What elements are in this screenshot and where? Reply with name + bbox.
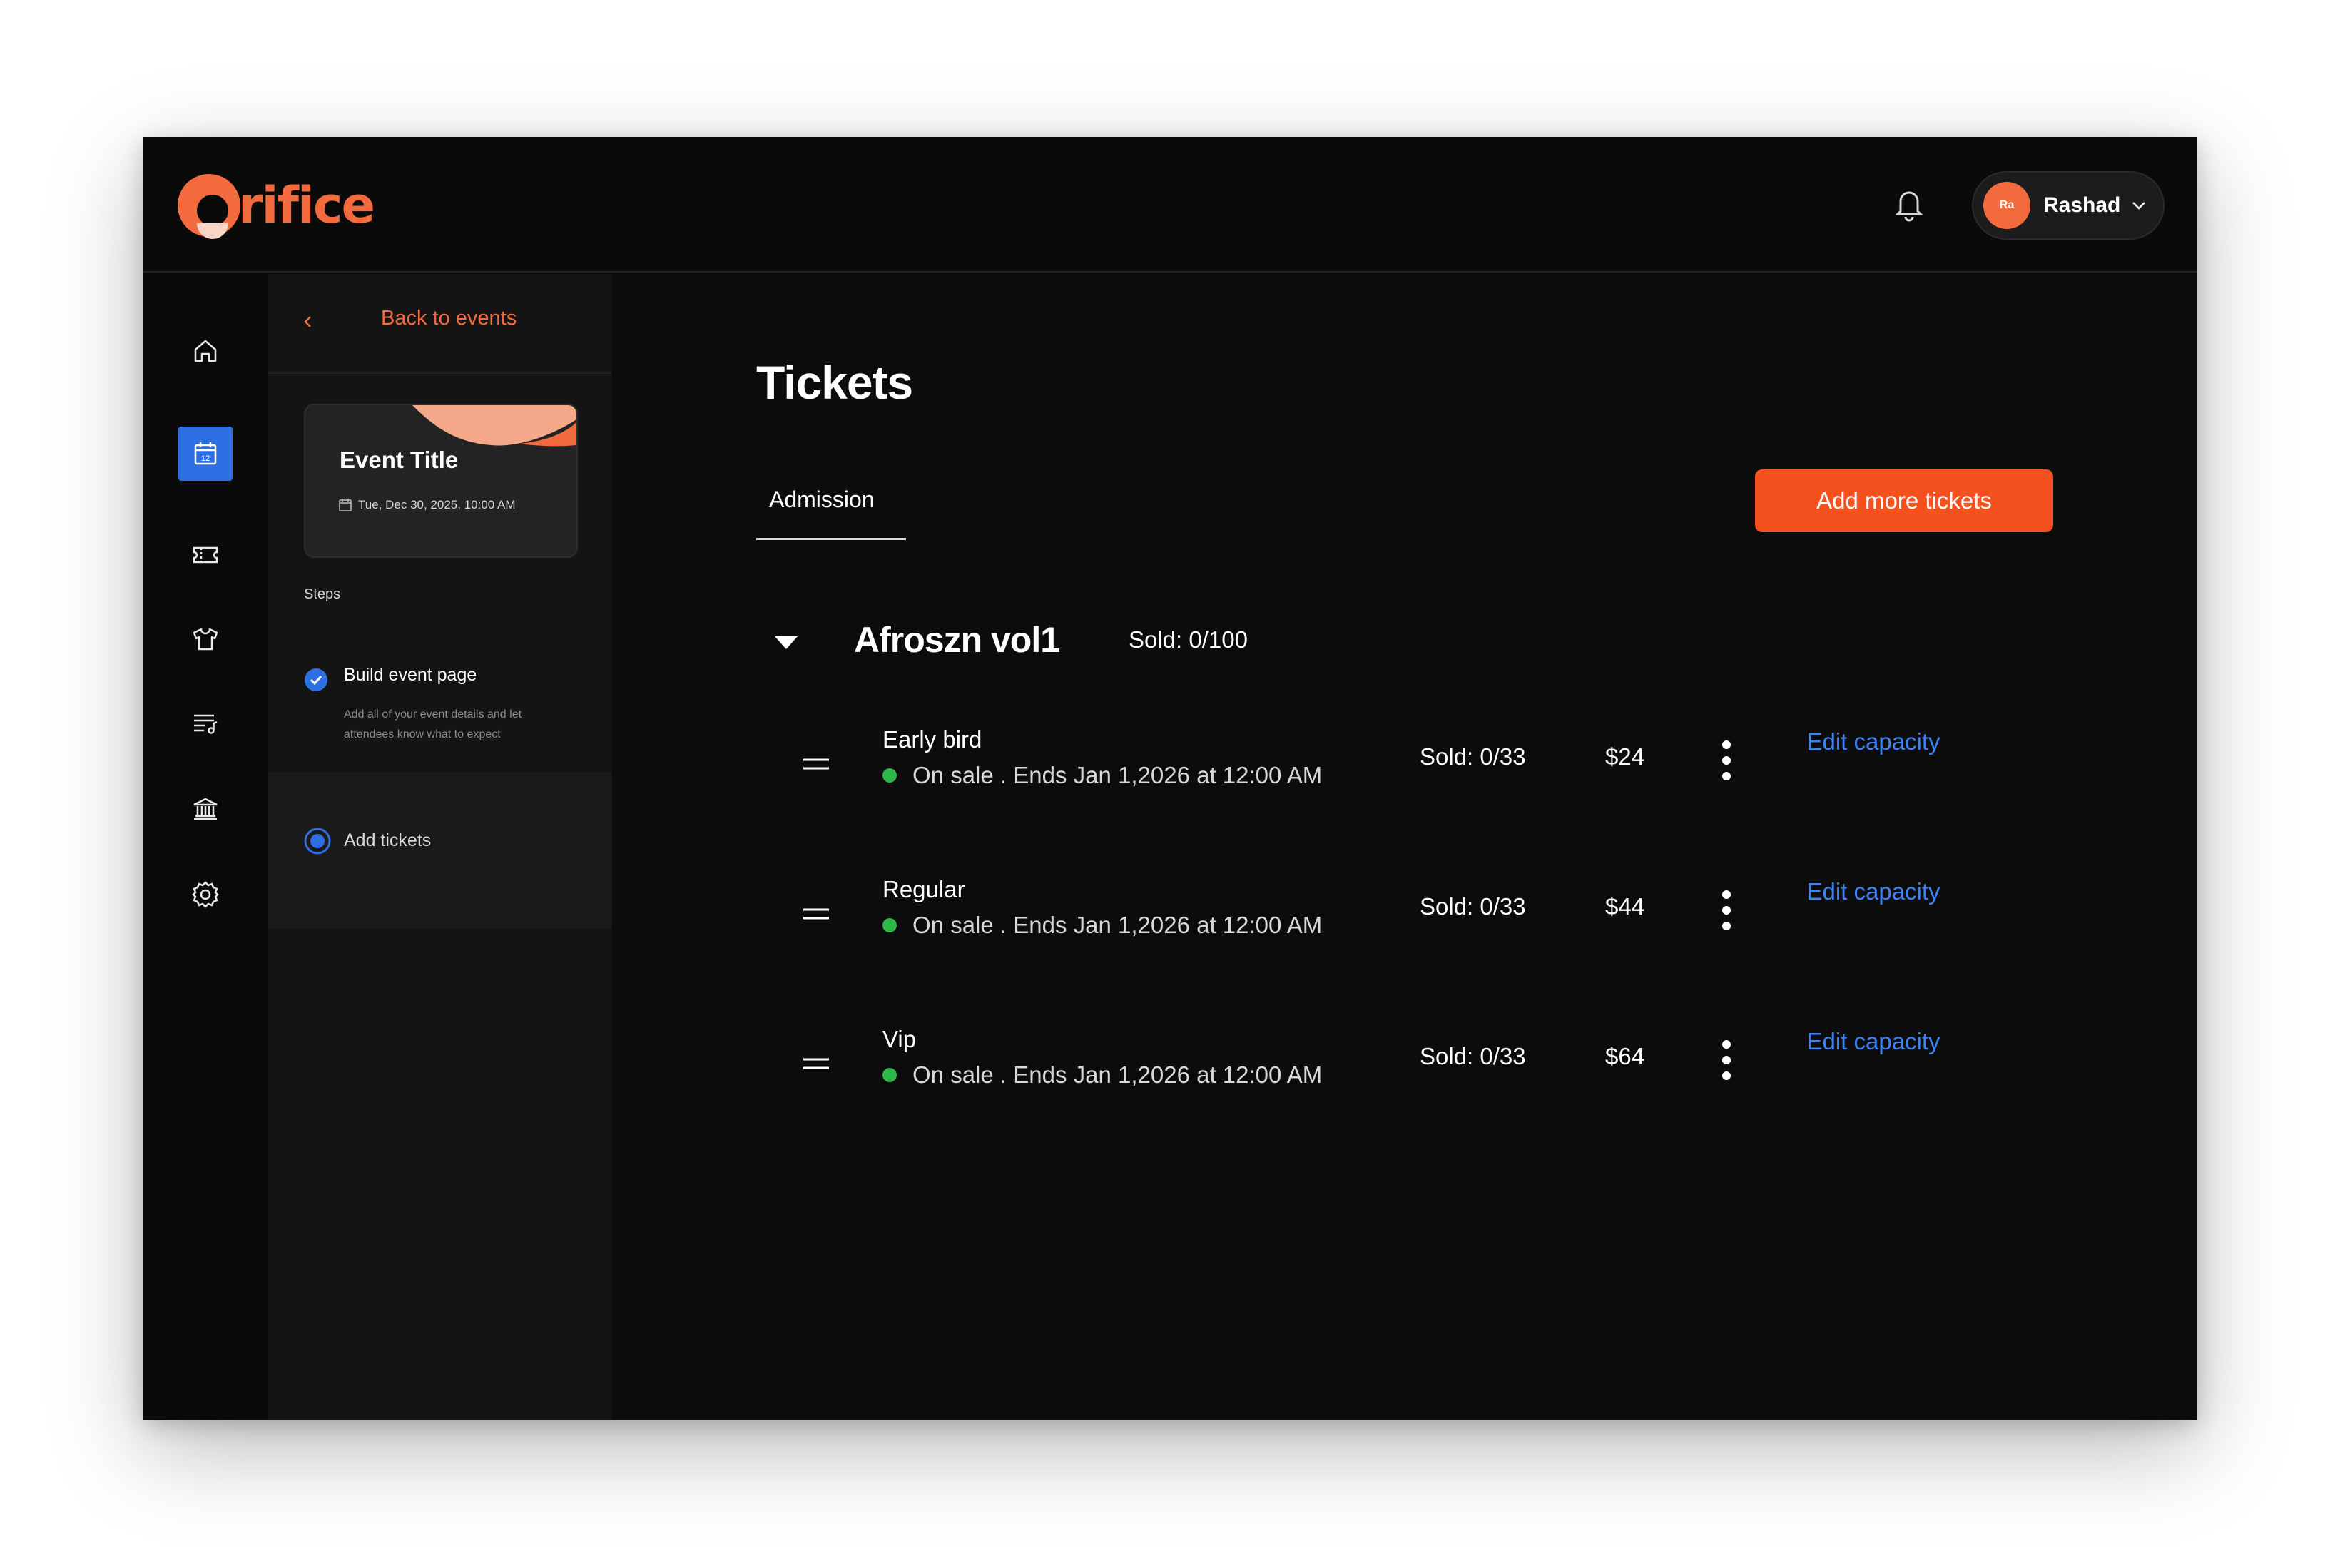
- ticket-status: On sale . Ends Jan 1,2026 at 12:00 AM: [882, 1062, 1322, 1089]
- calendar-small-icon: [339, 499, 352, 511]
- app-window: rifice Ra Rashad 12 Back to events Event…: [143, 137, 2197, 1420]
- event-date-row: Tue, Dec 30, 2025, 10:00 AM: [338, 498, 516, 512]
- caret-down-icon[interactable]: [773, 633, 799, 651]
- page-title: Tickets: [756, 356, 913, 409]
- more-options-icon[interactable]: [1718, 739, 1735, 782]
- ticket-group-sold: Sold: 0/100: [1129, 626, 1248, 653]
- user-menu[interactable]: Ra Rashad: [1972, 171, 2164, 240]
- step-title: Add tickets: [344, 830, 432, 850]
- drag-handle-icon[interactable]: [803, 758, 829, 770]
- card-decoration: [412, 405, 576, 447]
- bell-icon[interactable]: [1883, 178, 1935, 230]
- back-to-events-link[interactable]: Back to events: [268, 274, 612, 374]
- ticket-row: Vip On sale . Ends Jan 1,2026 at 12:00 A…: [143, 1024, 2197, 1103]
- tshirt-icon[interactable]: [178, 612, 233, 666]
- logo[interactable]: rifice: [176, 171, 375, 240]
- ticket-name: Early bird: [882, 726, 982, 753]
- status-dot-icon: [882, 918, 897, 932]
- event-card[interactable]: Event Title Tue, Dec 30, 2025, 10:00 AM: [304, 404, 578, 558]
- more-options-icon[interactable]: [1718, 889, 1735, 932]
- calendar-icon[interactable]: 12: [178, 427, 233, 481]
- edit-capacity-link[interactable]: Edit capacity: [1802, 875, 1945, 909]
- add-more-tickets-button[interactable]: Add more tickets: [1755, 469, 2053, 532]
- logo-mark-icon: [176, 172, 243, 239]
- icon-rail: 12: [143, 274, 268, 1420]
- ticket-status-text: On sale . Ends Jan 1,2026 at 12:00 AM: [912, 1062, 1323, 1088]
- steps-heading: Steps: [304, 586, 341, 602]
- tab-admission[interactable]: Admission: [769, 487, 875, 513]
- tab-active-underline: [756, 538, 906, 540]
- ticket-status: On sale . Ends Jan 1,2026 at 12:00 AM: [882, 762, 1322, 789]
- ticket-status-text: On sale . Ends Jan 1,2026 at 12:00 AM: [912, 762, 1323, 788]
- chevron-down-icon: [2132, 202, 2146, 210]
- ticket-row: Regular On sale . Ends Jan 1,2026 at 12:…: [143, 875, 2197, 953]
- top-bar: rifice Ra Rashad: [143, 137, 2197, 273]
- edit-capacity-link[interactable]: Edit capacity: [1802, 1024, 1945, 1059]
- ticket-price: $44: [1605, 893, 1645, 920]
- status-dot-icon: [882, 1068, 897, 1082]
- steps-panel: Back to events Event Title Tue, Dec 30, …: [268, 274, 612, 1420]
- ticket-group-name: Afroszn vol1: [854, 620, 1060, 660]
- back-label: Back to events: [381, 307, 517, 330]
- ticket-row: Early bird On sale . Ends Jan 1,2026 at …: [143, 725, 2197, 803]
- ticket-name: Vip: [882, 1026, 917, 1052]
- drag-handle-icon[interactable]: [803, 1057, 829, 1070]
- status-dot-icon: [882, 768, 897, 783]
- ticket-status-text: On sale . Ends Jan 1,2026 at 12:00 AM: [912, 912, 1323, 938]
- ticket-status: On sale . Ends Jan 1,2026 at 12:00 AM: [882, 912, 1322, 939]
- ticket-sold: Sold: 0/33: [1420, 743, 1526, 770]
- ticket-price: $24: [1605, 743, 1645, 770]
- step-title: Build event page: [344, 665, 477, 685]
- ticket-sold: Sold: 0/33: [1420, 893, 1526, 920]
- event-date: Tue, Dec 30, 2025, 10:00 AM: [358, 498, 516, 511]
- avatar: Ra: [1983, 182, 2030, 229]
- svg-text:12: 12: [201, 454, 210, 463]
- more-options-icon[interactable]: [1718, 1039, 1735, 1081]
- logo-text: rifice: [238, 176, 375, 235]
- check-circle-icon: [305, 668, 327, 691]
- event-title: Event Title: [340, 447, 459, 473]
- ticket-sold: Sold: 0/33: [1420, 1043, 1526, 1069]
- drag-handle-icon[interactable]: [803, 907, 829, 920]
- home-icon[interactable]: [178, 324, 233, 378]
- chevron-left-icon: [304, 316, 311, 327]
- ticket-icon[interactable]: [178, 528, 233, 582]
- user-name: Rashad: [2043, 193, 2121, 217]
- radio-current-icon: [304, 828, 331, 855]
- edit-capacity-link[interactable]: Edit capacity: [1802, 725, 1945, 759]
- ticket-price: $64: [1605, 1043, 1645, 1069]
- ticket-name: Regular: [882, 876, 965, 902]
